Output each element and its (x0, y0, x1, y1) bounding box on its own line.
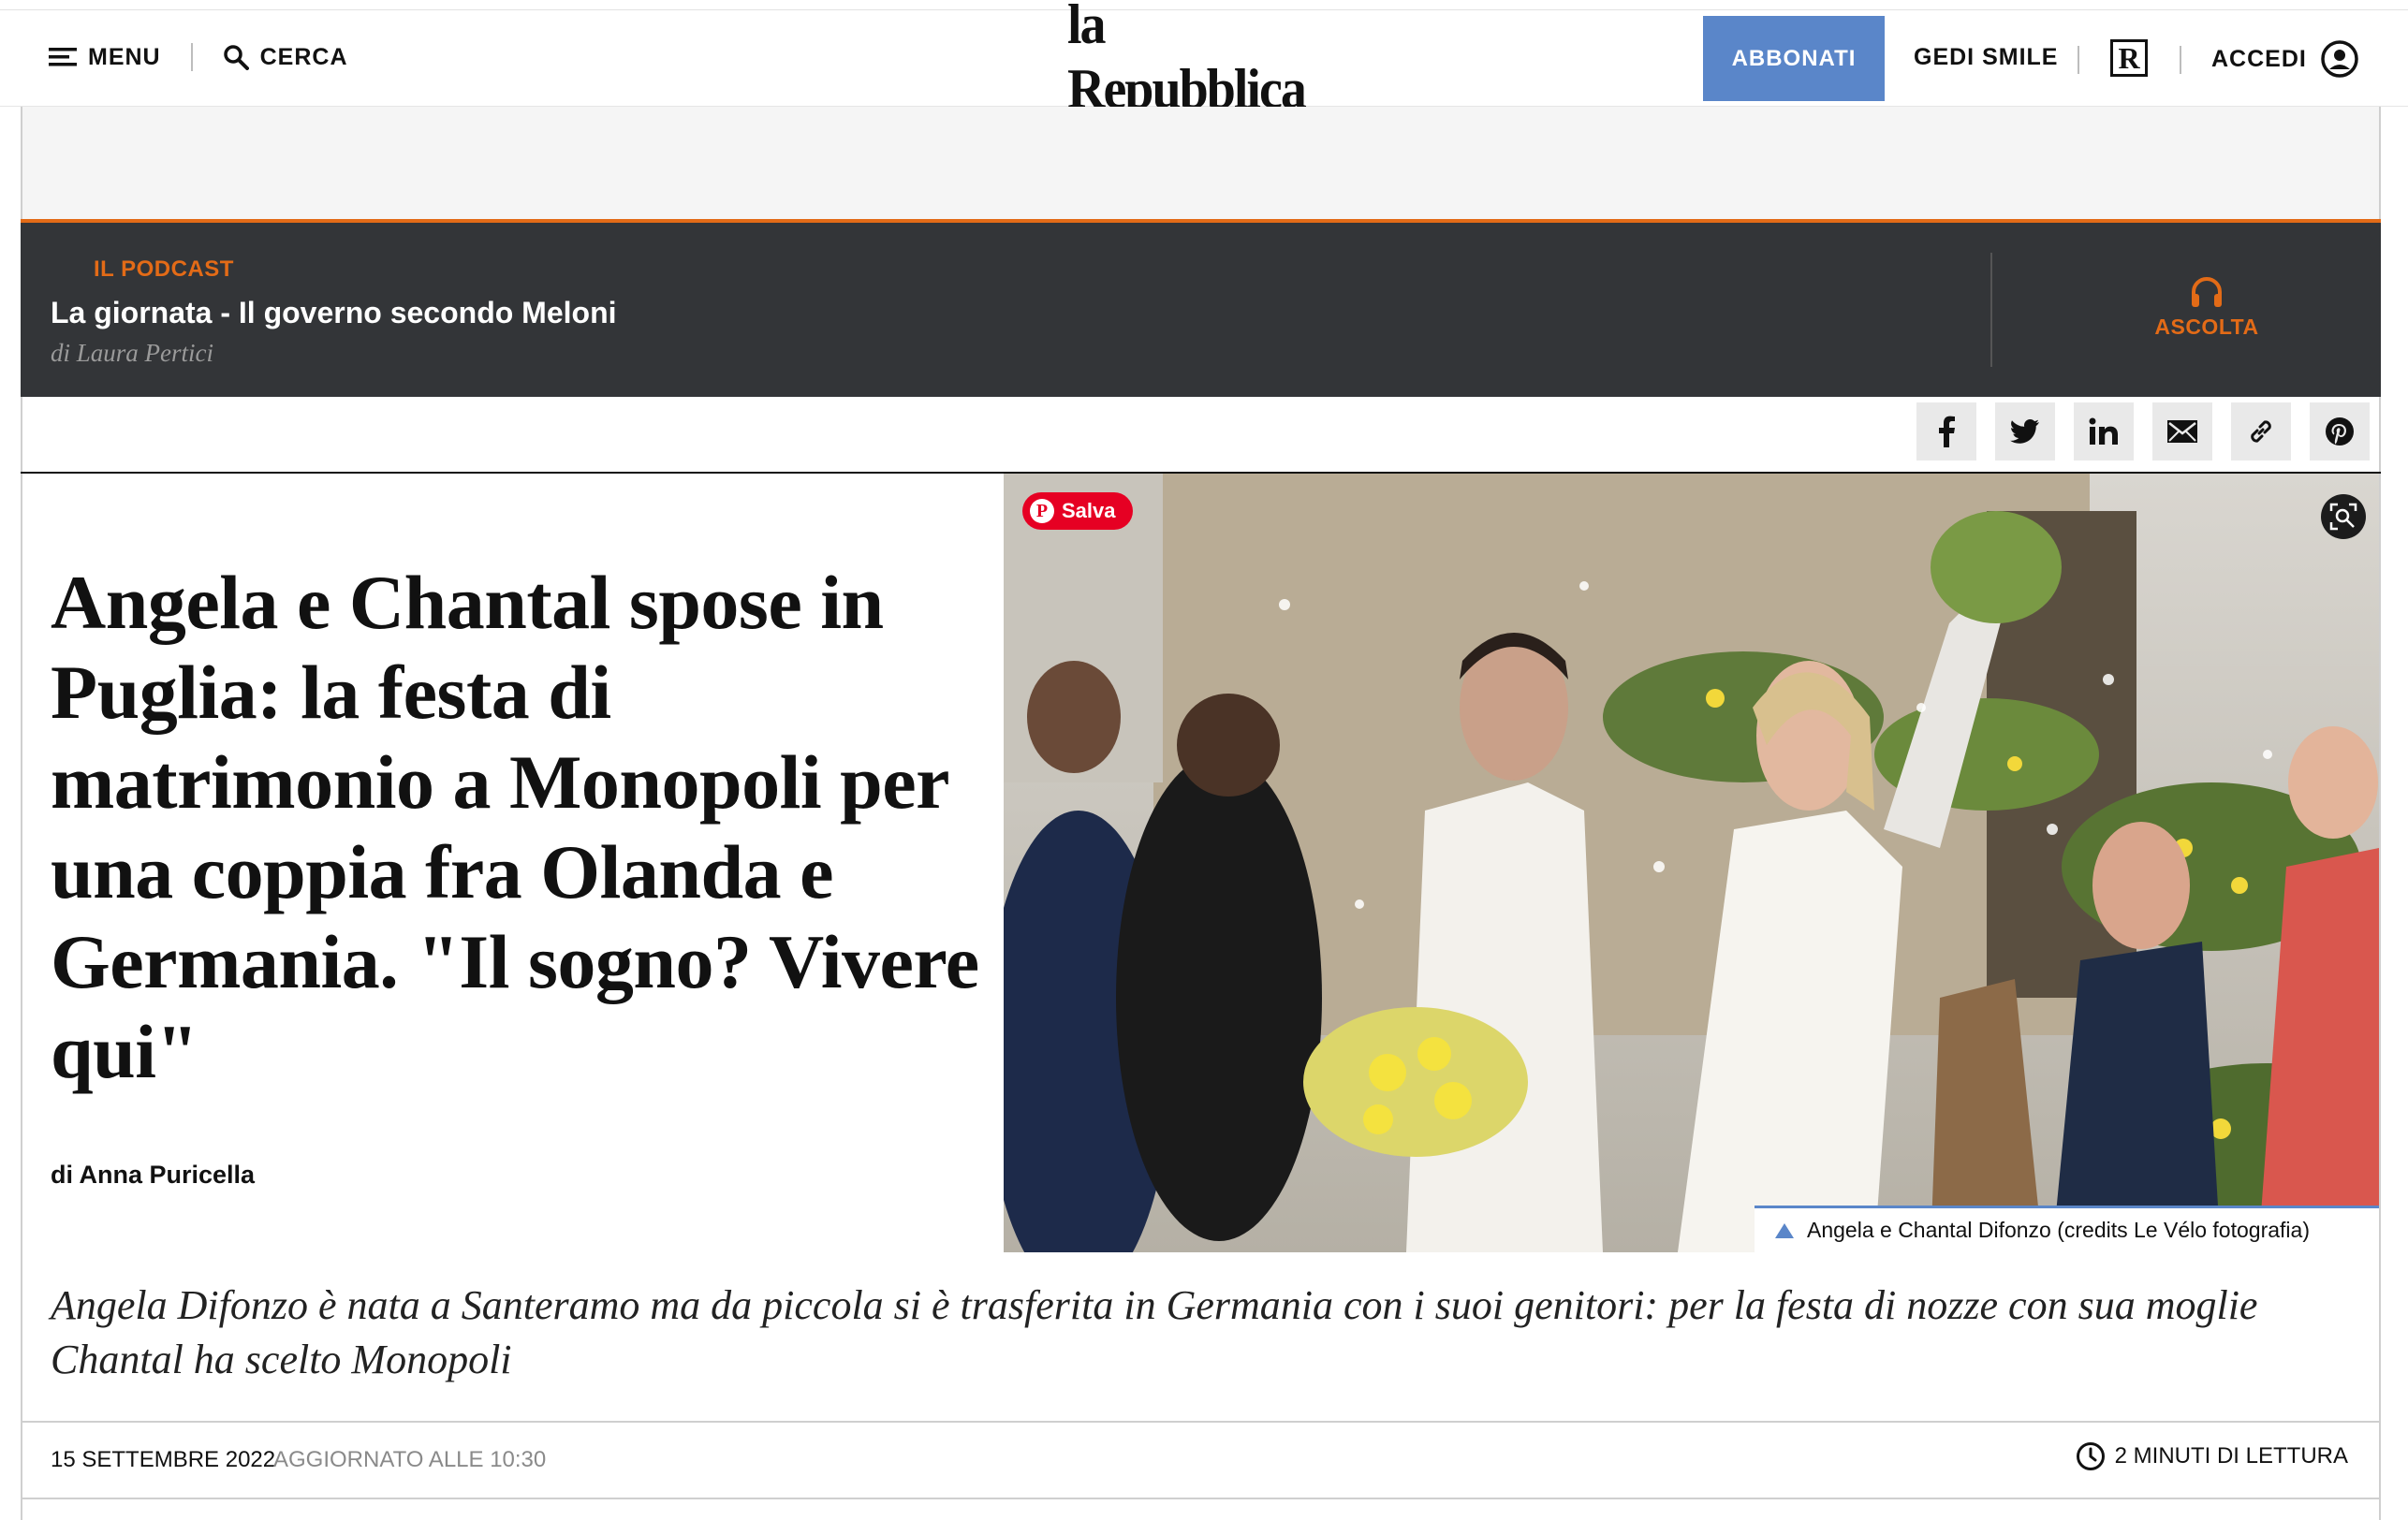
zoom-icon (2329, 503, 2357, 531)
article-byline[interactable]: di Anna Puricella (51, 1161, 255, 1190)
facebook-icon (1939, 416, 1955, 447)
article-photo[interactable]: P Salva (1004, 474, 2379, 1252)
search-icon (223, 45, 249, 70)
share-bar (1916, 402, 2370, 460)
rep-icon[interactable]: R (2110, 39, 2148, 77)
pinterest-icon (2326, 417, 2354, 446)
photo-caption: Angela e Chantal Difonzo (credits Le Vél… (1755, 1206, 2379, 1252)
section-divider (21, 1421, 2381, 1423)
zoom-button[interactable] (2321, 494, 2366, 539)
divider (2180, 46, 2181, 74)
ad-placeholder (22, 107, 2379, 219)
save-label: Salva (1062, 499, 1116, 522)
publish-date: 15 SETTEMBRE 2022 (51, 1447, 276, 1472)
twitter-share-button[interactable] (1995, 402, 2055, 460)
podcast-author: di Laura Pertici (51, 339, 213, 367)
login-label: ACCEDI (2211, 45, 2307, 72)
pinterest-share-button[interactable] (2310, 402, 2370, 460)
article-headline: Angela e Chantal spose in Puglia: la fes… (51, 560, 979, 1094)
header-left-nav: MENU CERCA (49, 38, 348, 76)
podcast-kicker: IL PODCAST (94, 256, 234, 282)
hamburger-icon (49, 48, 77, 66)
linkedin-share-button[interactable] (2074, 402, 2134, 460)
headphones-icon (2192, 277, 2222, 307)
site-logo[interactable]: la Repubblica (1067, 0, 1339, 121)
article-summary: Angela Difonzo è nata a Santeramo ma da … (51, 1282, 2258, 1382)
reading-time: 2 MINUTI DI LETTURA (2076, 1441, 2348, 1471)
listen-button[interactable]: ASCOLTA (2136, 275, 2277, 340)
pinterest-save-button[interactable]: P Salva (1022, 492, 1133, 530)
gedi-smile-link[interactable]: GEDI SMILE (1914, 38, 2058, 76)
login-button[interactable]: ACCEDI (2211, 38, 2359, 80)
search-label: CERCA (259, 43, 348, 70)
email-share-button[interactable] (2152, 402, 2212, 460)
divider (1990, 253, 1992, 367)
reading-time-label: 2 MINUTI DI LETTURA (2114, 1443, 2348, 1469)
section-divider (21, 1498, 2381, 1499)
updated-time: AGGIORNATO ALLE 10:30 (273, 1447, 547, 1472)
subscribe-button[interactable]: ABBONATI (1703, 16, 1885, 101)
menu-button[interactable]: MENU (49, 44, 161, 71)
linkedin-icon (2089, 417, 2118, 445)
link-icon (2251, 420, 2271, 443)
facebook-share-button[interactable] (1916, 402, 1976, 460)
divider (190, 43, 193, 71)
clock-icon (2076, 1442, 2105, 1470)
twitter-icon (2010, 419, 2039, 444)
pinterest-icon: P (1030, 499, 1054, 523)
caption-text: Angela e Chantal Difonzo (credits Le Vél… (1807, 1218, 2310, 1242)
divider (2078, 46, 2079, 74)
copy-link-button[interactable] (2231, 402, 2291, 460)
wedding-photo-image (1004, 474, 2379, 1252)
menu-label: MENU (88, 43, 161, 70)
listen-label: ASCOLTA (2154, 314, 2259, 339)
mail-icon (2167, 420, 2197, 443)
site-header: MENU CERCA la Repubblica ABBONATI GEDI S… (0, 0, 2408, 121)
podcast-banner[interactable]: IL PODCAST La giornata - Il governo seco… (21, 219, 2381, 397)
user-icon (2321, 40, 2358, 78)
caption-triangle-icon (1775, 1222, 1794, 1238)
podcast-title[interactable]: La giornata - Il governo secondo Meloni (51, 296, 617, 330)
search-button[interactable]: CERCA (223, 44, 348, 71)
